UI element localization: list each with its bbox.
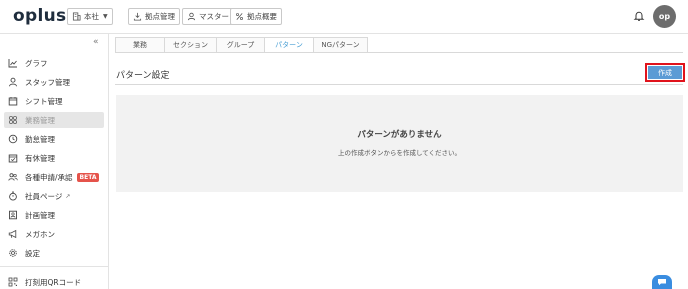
- avatar-initials: op: [658, 12, 671, 21]
- location-admin-button[interactable]: 拠点管理: [128, 8, 180, 25]
- sidebar-item-label: 業務管理: [25, 115, 55, 125]
- calendar-icon: [8, 96, 18, 106]
- empty-state-panel: パターンがありません 上の作成ボタンからを作成してください。: [116, 95, 683, 192]
- building-icon: [72, 12, 81, 21]
- page-title: パターン設定: [116, 71, 170, 81]
- sidebar-item-employee-page[interactable]: 社員ページ ↗: [4, 188, 104, 204]
- user-icon: [187, 12, 196, 21]
- tab-underline: [115, 52, 683, 53]
- sidebar-divider: [0, 266, 108, 267]
- app-logo[interactable]: oplus: [13, 6, 66, 26]
- top-header: oplus 本社 ▼ 拠点管理 マスター 拠点概要 op: [0, 0, 688, 34]
- sidebar-item-paid-leave[interactable]: 有休管理: [4, 150, 104, 166]
- tab-group[interactable]: グループ: [216, 37, 265, 52]
- sidebar-item-label: 設定: [25, 248, 40, 258]
- create-button-label: 作成: [648, 66, 682, 79]
- sidebar-item-shift[interactable]: シフト管理: [4, 93, 104, 109]
- sidebar: « グラフ スタッフ管理 シフト管理 業務管理 勤怠管理 有休管理 各種申請/承…: [0, 34, 109, 289]
- tab-ng-pattern[interactable]: NGパターン: [313, 37, 368, 52]
- location-admin-label: 拠点管理: [145, 12, 175, 21]
- sidebar-item-qr-code[interactable]: 打刻用QRコード: [4, 274, 104, 289]
- chat-bubble-icon: [658, 279, 666, 286]
- calendar-check-icon: [8, 153, 18, 163]
- office-select[interactable]: 本社 ▼: [67, 8, 113, 25]
- tab-label: 業務: [133, 41, 147, 49]
- beta-badge: BETA: [76, 172, 100, 182]
- caret-down-icon: ▼: [103, 13, 108, 20]
- tab-label: セクション: [173, 41, 208, 49]
- plan-icon: [8, 210, 18, 220]
- location-overview-label: 拠点概要: [247, 12, 277, 21]
- empty-state-subtitle: 上の作成ボタンからを作成してください。: [337, 149, 462, 157]
- sidebar-item-label: 社員ページ: [25, 191, 63, 201]
- sidebar-item-staff[interactable]: スタッフ管理: [4, 74, 104, 90]
- gear-icon: [8, 248, 18, 258]
- office-select-label: 本社: [84, 12, 99, 21]
- sidebar-item-label: シフト管理: [25, 96, 63, 106]
- empty-state-title: パターンがありません: [357, 130, 442, 140]
- users-icon: [8, 172, 18, 182]
- tab-label: パターン: [275, 41, 303, 49]
- tab-tasks[interactable]: 業務: [115, 37, 165, 52]
- sidebar-item-label: グラフ: [25, 58, 48, 68]
- sidebar-item-tasks[interactable]: 業務管理: [4, 112, 104, 128]
- sidebar-item-label: 各種申請/承認: [25, 172, 73, 182]
- sidebar-item-megaphone[interactable]: メガホン: [4, 226, 104, 242]
- sidebar-item-label: 有休管理: [25, 153, 55, 163]
- tab-bar: 業務 セクション グループ パターン NGパターン: [115, 37, 368, 52]
- create-button[interactable]: 作成: [645, 63, 685, 82]
- qr-code-icon: [8, 277, 18, 287]
- master-label: マスター: [199, 12, 229, 21]
- download-icon: [133, 12, 142, 21]
- tab-section[interactable]: セクション: [164, 37, 217, 52]
- title-divider: [115, 84, 683, 85]
- tasks-icon: [8, 115, 18, 125]
- clock-icon: [8, 134, 18, 144]
- sidebar-item-graph[interactable]: グラフ: [4, 55, 104, 71]
- sidebar-item-label: 打刻用QRコード: [25, 277, 82, 287]
- external-link-icon: ↗: [65, 192, 71, 200]
- location-overview-button[interactable]: 拠点概要: [230, 8, 282, 25]
- sidebar-item-settings[interactable]: 設定: [4, 245, 104, 261]
- person-icon: [8, 77, 18, 87]
- avatar[interactable]: op: [653, 5, 676, 28]
- sidebar-item-plan[interactable]: 計画管理: [4, 207, 104, 223]
- master-button[interactable]: マスター: [182, 8, 234, 25]
- sidebar-item-label: 勤怠管理: [25, 134, 55, 144]
- sidebar-item-label: メガホン: [25, 229, 55, 239]
- sidebar-item-requests[interactable]: 各種申請/承認 BETA: [4, 169, 104, 185]
- bell-icon[interactable]: [633, 10, 645, 22]
- tab-pattern[interactable]: パターン: [264, 37, 314, 52]
- chat-support-button[interactable]: [652, 275, 672, 289]
- sidebar-item-label: 計画管理: [25, 210, 55, 220]
- collapse-sidebar-icon[interactable]: «: [93, 37, 99, 47]
- tab-label: NGパターン: [321, 41, 360, 49]
- megaphone-icon: [8, 229, 18, 239]
- sidebar-item-label: スタッフ管理: [25, 77, 70, 87]
- chart-line-icon: [8, 58, 18, 68]
- stopwatch-icon: [8, 191, 18, 201]
- percent-icon: [236, 13, 243, 20]
- sidebar-item-attendance[interactable]: 勤怠管理: [4, 131, 104, 147]
- tab-label: グループ: [226, 41, 255, 49]
